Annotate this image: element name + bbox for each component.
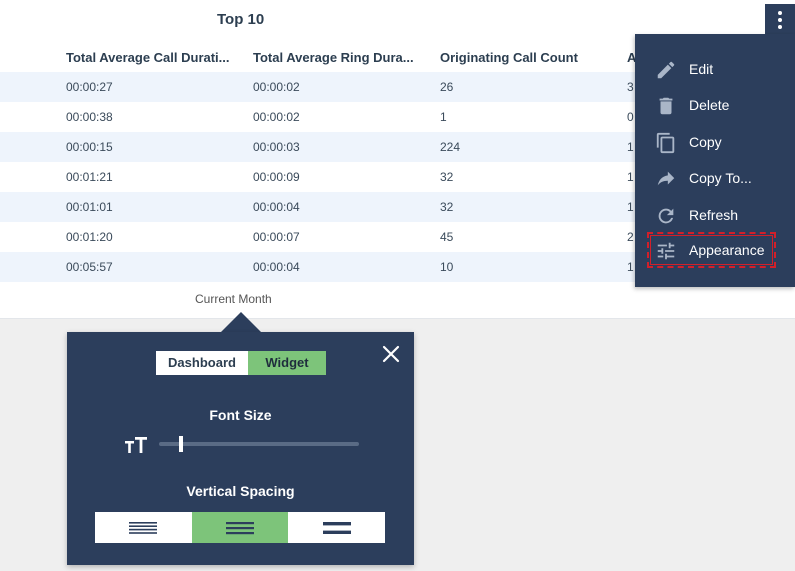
table-cell: 1 — [440, 110, 447, 124]
spacing-wide-button[interactable] — [288, 512, 385, 543]
table-row: 00:01:01 00:00:04 32 1 — [0, 192, 640, 222]
column-header-originating-call-count[interactable]: Originating Call Count — [440, 50, 610, 65]
column-header-avg-call-duration[interactable]: Total Average Call Durati... — [66, 50, 236, 65]
menu-item-copy-to[interactable]: Copy To... — [635, 163, 795, 193]
widget-more-menu-button[interactable] — [765, 4, 795, 36]
table-cell: 00:00:02 — [253, 80, 300, 94]
table-cell: 00:00:38 — [66, 110, 113, 124]
pencil-icon — [657, 61, 675, 79]
spacing-compact-button[interactable] — [95, 512, 192, 543]
scope-toggle: Dashboard Widget — [156, 351, 326, 375]
table-cell: 2 — [627, 230, 634, 244]
table-cell: 00:01:01 — [66, 200, 113, 214]
table-cell: 32 — [440, 170, 454, 184]
widget-footer-period: Current Month — [195, 292, 272, 306]
table-cell: 00:00:04 — [253, 260, 300, 274]
widget-context-menu: Edit Delete Copy Copy To... Refresh Appe… — [635, 34, 795, 287]
wide-lines-icon — [322, 521, 351, 534]
menu-item-label: Refresh — [689, 207, 739, 223]
table-cell: 0 — [627, 110, 634, 124]
menu-item-label: Edit — [689, 61, 714, 77]
menu-item-copy[interactable]: Copy — [635, 127, 795, 157]
close-icon[interactable] — [381, 344, 401, 364]
sliders-icon — [657, 242, 675, 260]
table-cell: 00:00:27 — [66, 80, 113, 94]
table-cell: 00:05:57 — [66, 260, 113, 274]
refresh-icon — [658, 208, 674, 224]
tab-widget[interactable]: Widget — [248, 351, 326, 375]
table-cell: 00:00:15 — [66, 140, 113, 154]
spacing-normal-button[interactable] — [191, 512, 289, 543]
menu-item-label: Copy — [689, 134, 722, 150]
menu-item-edit[interactable]: Edit — [635, 54, 795, 84]
table-cell: 1 — [627, 140, 634, 154]
normal-lines-icon — [225, 521, 254, 534]
compact-lines-icon — [129, 521, 158, 534]
table-row: 00:05:57 00:00:04 10 1 — [0, 252, 640, 282]
table-row: 00:00:15 00:00:03 224 1 — [0, 132, 640, 162]
menu-item-label: Delete — [689, 97, 730, 113]
vertical-spacing-label: Vertical Spacing — [186, 483, 295, 499]
text-size-icon — [125, 437, 147, 453]
menu-item-appearance[interactable]: Appearance — [647, 232, 776, 268]
copy-icon — [656, 132, 675, 154]
menu-item-label: Copy To... — [689, 170, 752, 186]
appearance-popover: Dashboard Widget Font Size Vertical Spac… — [67, 332, 414, 565]
table-cell: 32 — [440, 200, 454, 214]
column-header-avg-ring-duration[interactable]: Total Average Ring Dura... — [253, 50, 418, 65]
trash-icon — [659, 97, 673, 115]
table-cell: 10 — [440, 260, 454, 274]
table-row: 00:00:38 00:00:02 1 0 — [0, 102, 640, 132]
share-arrow-icon — [657, 171, 675, 186]
table-cell: 00:00:04 — [253, 200, 300, 214]
table-row: 00:01:21 00:00:09 32 1 — [0, 162, 640, 192]
menu-item-delete[interactable]: Delete — [635, 90, 795, 120]
table-cell: 1 — [627, 170, 634, 184]
popover-arrow — [221, 312, 261, 332]
table-cell: 3 — [627, 80, 634, 94]
table-cell: 00:00:03 — [253, 140, 300, 154]
table-cell: 45 — [440, 230, 454, 244]
table-row: 00:01:20 00:00:07 45 2 — [0, 222, 640, 252]
table-cell: 1 — [627, 200, 634, 214]
font-size-label: Font Size — [209, 407, 272, 423]
menu-item-refresh[interactable]: Refresh — [635, 200, 795, 230]
table-cell: 00:00:09 — [253, 170, 300, 184]
kebab-dot — [778, 11, 782, 15]
widget-title: Top 10 — [217, 11, 265, 28]
menu-item-label: Appearance — [689, 242, 765, 258]
table-cell: 00:01:20 — [66, 230, 113, 244]
kebab-dot — [778, 18, 782, 22]
kebab-dot — [778, 25, 782, 29]
table-cell: 00:01:21 — [66, 170, 113, 184]
table-cell: 224 — [440, 140, 461, 154]
vertical-spacing-options — [95, 512, 385, 543]
font-size-slider-thumb[interactable] — [178, 436, 183, 452]
font-size-slider[interactable] — [159, 436, 359, 452]
table-cell: 1 — [627, 260, 634, 274]
table-cell: 00:00:07 — [253, 230, 300, 244]
table-cell: 00:00:02 — [253, 110, 300, 124]
table-row: 00:00:27 00:00:02 26 3 — [0, 72, 640, 102]
tab-dashboard[interactable]: Dashboard — [156, 351, 248, 375]
table-cell: 26 — [440, 80, 454, 94]
